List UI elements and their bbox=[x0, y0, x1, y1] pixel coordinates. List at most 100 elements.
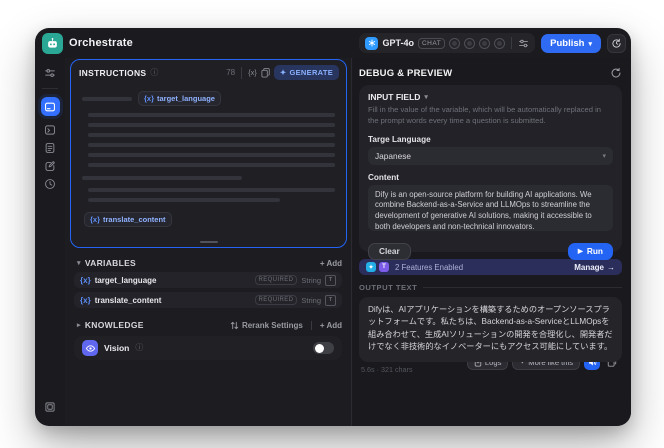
instructions-header: INSTRUCTIONS ⓘ 78 {x} ✦ GENERATE bbox=[71, 60, 346, 82]
output-bubble: Difyは、AIアプリケーションを構築するためのオープンソースプラットフォームで… bbox=[359, 297, 622, 363]
variable-row-translate-content[interactable]: {x} translate_content REQUIRED String T bbox=[74, 292, 342, 308]
variable-name: target_language bbox=[157, 94, 215, 103]
target-language-select[interactable]: Japanese ▾ bbox=[368, 146, 613, 165]
collapse-panel-icon[interactable] bbox=[41, 398, 59, 416]
debug-title: DEBUG & PREVIEW bbox=[359, 67, 453, 79]
variable-type: String bbox=[301, 275, 321, 285]
content-textarea[interactable]: Dify is an open-source platform for buil… bbox=[368, 184, 613, 231]
text-to-speech-feature-icon: T bbox=[379, 262, 389, 272]
input-field-description: Fill in the value of the variable, which… bbox=[368, 105, 601, 125]
skeleton-line bbox=[88, 163, 335, 167]
globe-capability-icon bbox=[449, 37, 461, 49]
titlebar: Orchestrate GPT-4o CHAT Publish ▾ bbox=[35, 28, 631, 58]
clear-button[interactable]: Clear bbox=[368, 242, 411, 260]
rerank-icon bbox=[230, 321, 239, 329]
manage-features-button[interactable]: Manage → bbox=[574, 263, 615, 272]
generate-button[interactable]: ✦ GENERATE bbox=[273, 65, 339, 80]
pencil-capability-icon bbox=[479, 37, 491, 49]
char-count: 78 bbox=[226, 68, 236, 77]
sparkle-icon: ✦ bbox=[279, 68, 287, 77]
chevron-down-icon: ▾ bbox=[77, 260, 81, 267]
sidebar-item-logs[interactable] bbox=[41, 139, 59, 157]
resize-handle[interactable] bbox=[199, 241, 218, 243]
add-knowledge-button[interactable]: + Add bbox=[320, 321, 342, 330]
knowledge-title[interactable]: ▸ KNOWLEDGE bbox=[77, 320, 144, 330]
model-name: GPT-4o bbox=[382, 38, 414, 48]
variable-row-target-language[interactable]: {x} target_language REQUIRED String T bbox=[74, 272, 342, 288]
variable-type: String bbox=[301, 295, 321, 305]
prompt-editor[interactable]: {x} target_language {x} translate_conten… bbox=[71, 82, 346, 227]
publish-button[interactable]: Publish ▾ bbox=[541, 33, 601, 53]
model-params-icon[interactable] bbox=[518, 38, 529, 49]
skeleton-line bbox=[88, 123, 335, 127]
play-icon: ▶ bbox=[577, 248, 583, 256]
input-field-header[interactable]: INPUT FIELD ▾ bbox=[368, 92, 613, 102]
knowledge-header: ▸ KNOWLEDGE Rerank Settings + Add bbox=[77, 320, 342, 330]
variable-token: {x} bbox=[90, 215, 101, 224]
input-field-card: INPUT FIELD ▾ Fill in the value of the v… bbox=[359, 85, 622, 260]
orchestrate-panel: INSTRUCTIONS ⓘ 78 {x} ✦ GENERATE {x} tar… bbox=[65, 58, 352, 426]
skeleton-line bbox=[82, 176, 242, 180]
features-bar[interactable]: ✦ T 2 Features Enabled Manage → bbox=[359, 259, 622, 275]
vision-toggle[interactable] bbox=[313, 342, 334, 354]
file-capability-icon bbox=[464, 37, 476, 49]
generate-label: GENERATE bbox=[289, 68, 333, 77]
target-language-label: Targe Language bbox=[368, 134, 431, 144]
refresh-button[interactable] bbox=[610, 67, 622, 79]
sidebar-item-history[interactable] bbox=[41, 175, 59, 193]
variable-name: translate_content bbox=[94, 295, 162, 305]
add-variable-button[interactable]: + Add bbox=[320, 259, 342, 268]
sidebar bbox=[35, 58, 66, 426]
sidebar-item-preview[interactable] bbox=[41, 121, 59, 139]
orchestrate-icon bbox=[44, 102, 56, 111]
app-window: Orchestrate GPT-4o CHAT Publish ▾ INSTRU… bbox=[35, 28, 631, 426]
vision-eye-icon bbox=[82, 340, 98, 356]
divider bbox=[511, 37, 513, 49]
run-button[interactable]: ▶ Run bbox=[567, 242, 613, 260]
instructions-panel: INSTRUCTIONS ⓘ 78 {x} ✦ GENERATE {x} tar… bbox=[70, 59, 347, 248]
required-badge: REQUIRED bbox=[254, 275, 298, 285]
sidebar-item-orchestrate[interactable] bbox=[40, 97, 60, 116]
info-icon: ⓘ bbox=[150, 67, 159, 77]
skeleton-line bbox=[88, 153, 335, 157]
publish-label: Publish bbox=[550, 37, 585, 49]
divider bbox=[241, 66, 243, 79]
copy-icon[interactable] bbox=[261, 67, 270, 78]
model-config-icon[interactable] bbox=[41, 64, 59, 82]
rerank-settings-button[interactable]: Rerank Settings bbox=[230, 321, 303, 330]
vision-label: Vision bbox=[104, 343, 130, 353]
variables-title[interactable]: ▾ VARIABLES bbox=[77, 258, 136, 268]
insert-variable-icon[interactable]: {x} bbox=[248, 68, 257, 77]
debug-preview-panel: DEBUG & PREVIEW INPUT FIELD ▾ Fill in th… bbox=[353, 58, 631, 426]
model-selector[interactable]: GPT-4o CHAT bbox=[359, 33, 536, 53]
variable-name: target_language bbox=[94, 275, 157, 285]
chevron-down-icon: ▾ bbox=[602, 152, 606, 160]
vision-setting: Vision ⓘ bbox=[74, 336, 342, 360]
variable-chip-target-language[interactable]: {x} target_language bbox=[138, 91, 221, 106]
skeleton-line bbox=[88, 143, 335, 147]
model-mode-badge: CHAT bbox=[417, 37, 446, 49]
chevron-down-icon: ▾ bbox=[424, 94, 428, 101]
chevron-right-icon: ▸ bbox=[77, 322, 81, 329]
titlebar-actions: GPT-4o CHAT Publish ▾ bbox=[359, 28, 626, 58]
variable-chip-translate-content[interactable]: {x} translate_content bbox=[84, 212, 172, 227]
version-history-button[interactable] bbox=[607, 33, 626, 53]
run-label: Run bbox=[586, 246, 603, 257]
variable-token: {x} bbox=[80, 275, 91, 285]
sidebar-item-annotation[interactable] bbox=[41, 157, 59, 175]
content-label: Content bbox=[368, 172, 399, 182]
skeleton-line bbox=[88, 188, 335, 192]
divider bbox=[423, 287, 622, 288]
skeleton-line bbox=[88, 133, 335, 137]
divider bbox=[42, 88, 58, 89]
required-badge: REQUIRED bbox=[254, 295, 298, 305]
output-header: OUTPUT TEXT bbox=[359, 283, 622, 292]
instructions-title: INSTRUCTIONS bbox=[79, 67, 147, 78]
chevron-down-icon: ▾ bbox=[588, 40, 592, 48]
divider bbox=[310, 320, 312, 330]
history-icon bbox=[612, 38, 621, 48]
selected-value: Japanese bbox=[375, 150, 411, 161]
variables-header: ▾ VARIABLES + Add bbox=[77, 258, 342, 268]
app-logo-robot-icon[interactable] bbox=[42, 33, 63, 54]
generate-feature-icon: ✦ bbox=[366, 262, 376, 272]
